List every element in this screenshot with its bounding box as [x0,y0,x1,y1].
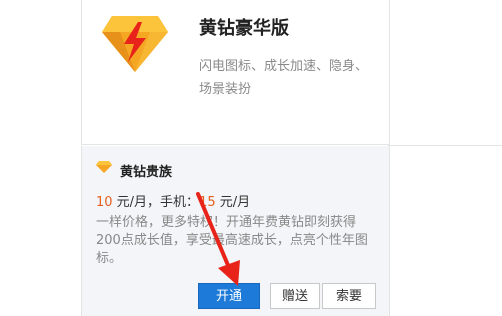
monthly-price: 10 [96,195,113,210]
yellow-diamond-lightning-icon [102,16,168,72]
small-yellow-diamond-icon [96,161,112,173]
premium-description: 闪电图标、成长加速、隐身、场景装扮 [199,59,369,97]
request-button[interactable]: 索要 [322,283,376,309]
vip-title: 黄钻贵族 [120,165,173,180]
divider [388,145,502,146]
red-arrow-icon [196,192,240,286]
gift-button[interactable]: 赠送 [270,283,320,309]
price-unit: 元/月，手机： [112,195,200,210]
premium-title: 黄钻豪华版 [199,18,289,39]
